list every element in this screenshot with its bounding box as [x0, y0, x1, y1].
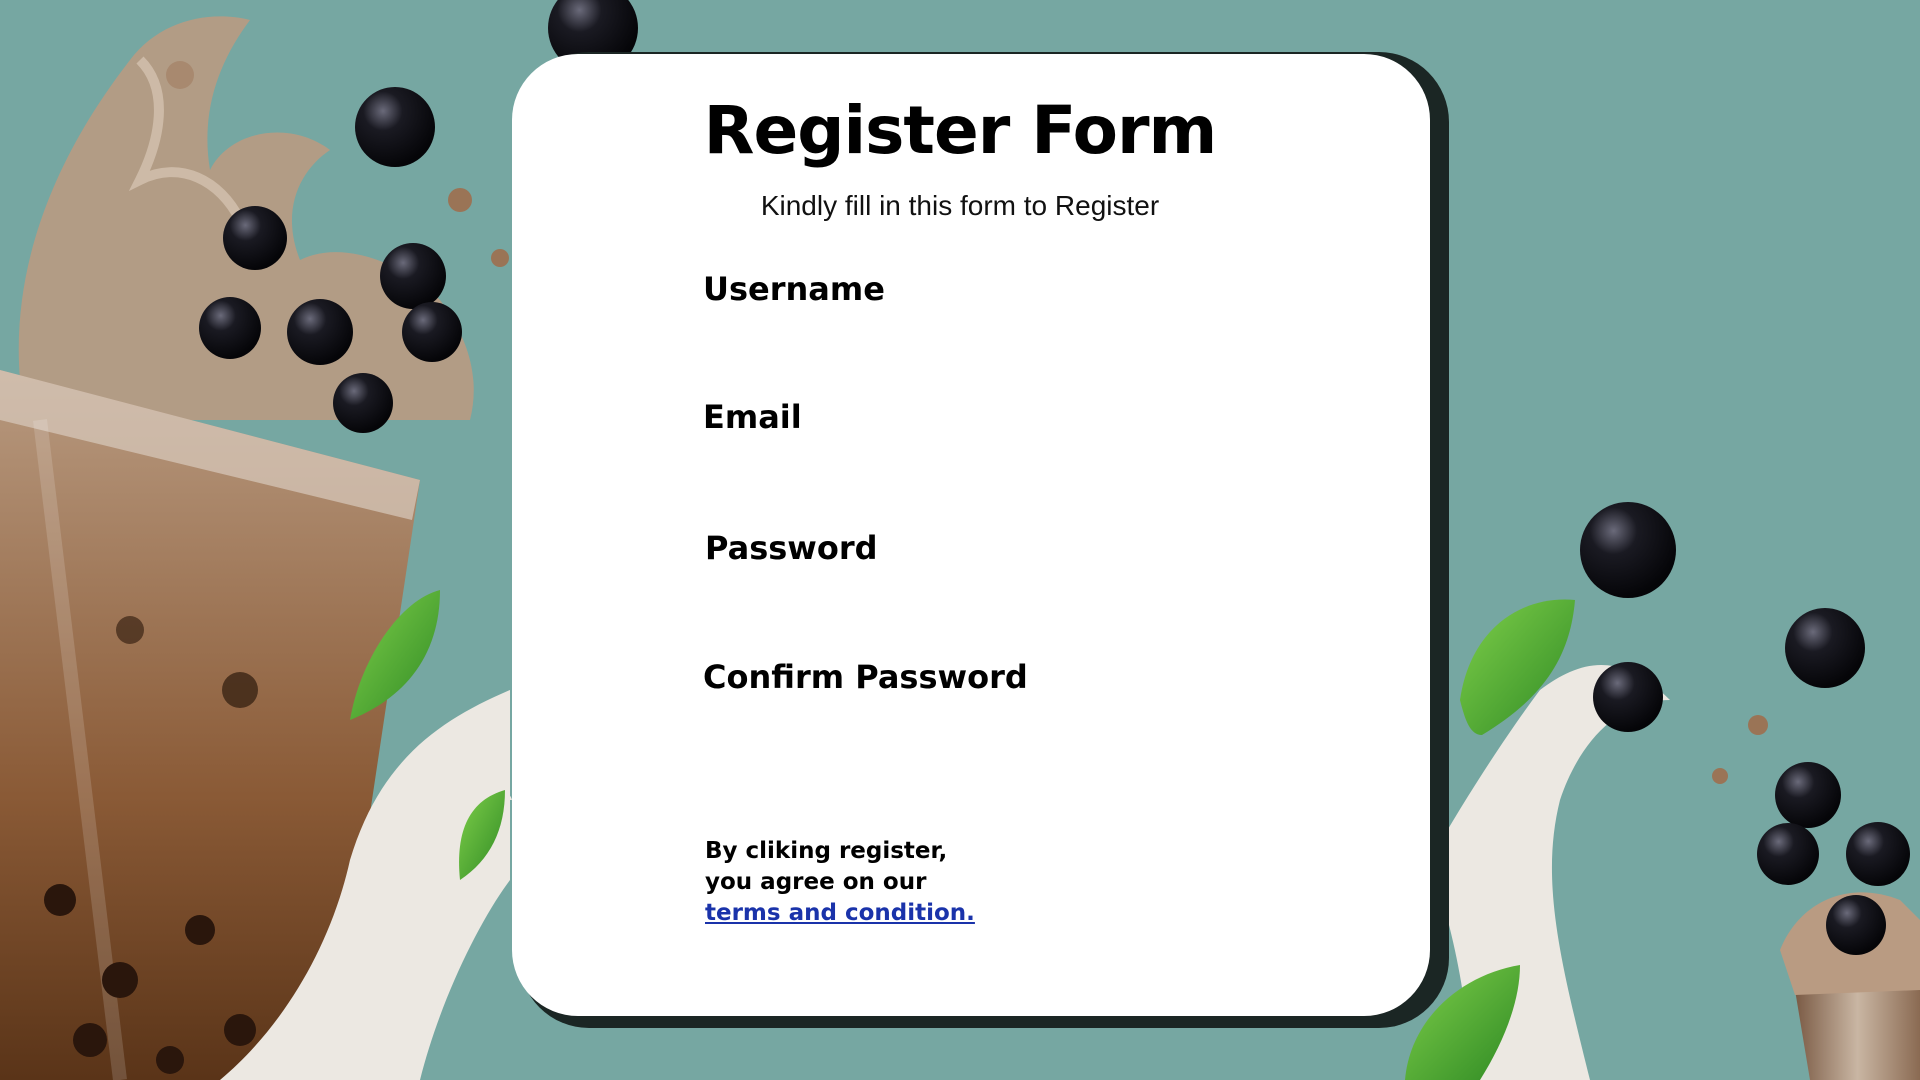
password-input[interactable] [703, 577, 1303, 617]
username-label: Username [703, 270, 885, 308]
terms-link[interactable]: terms and condition. [705, 900, 975, 926]
right-pearls [1580, 502, 1910, 955]
confirm-password-label: Confirm Password [703, 658, 1028, 696]
terms-line-2: you agree on our [705, 869, 927, 895]
confirm-password-input[interactable] [703, 706, 1303, 746]
terms-notice: By cliking register, you agree on our te… [705, 836, 975, 929]
form-title: Register Form [703, 92, 1218, 169]
terms-line-1: By cliking register, [705, 838, 948, 864]
form-subtitle: Kindly fill in this form to Register [760, 190, 1160, 221]
email-input[interactable] [703, 446, 1303, 486]
register-page: Register Form Kindly fill in this form t… [0, 0, 1920, 1080]
email-label: Email [703, 398, 802, 436]
username-input[interactable] [703, 318, 1303, 358]
password-label: Password [705, 529, 878, 567]
